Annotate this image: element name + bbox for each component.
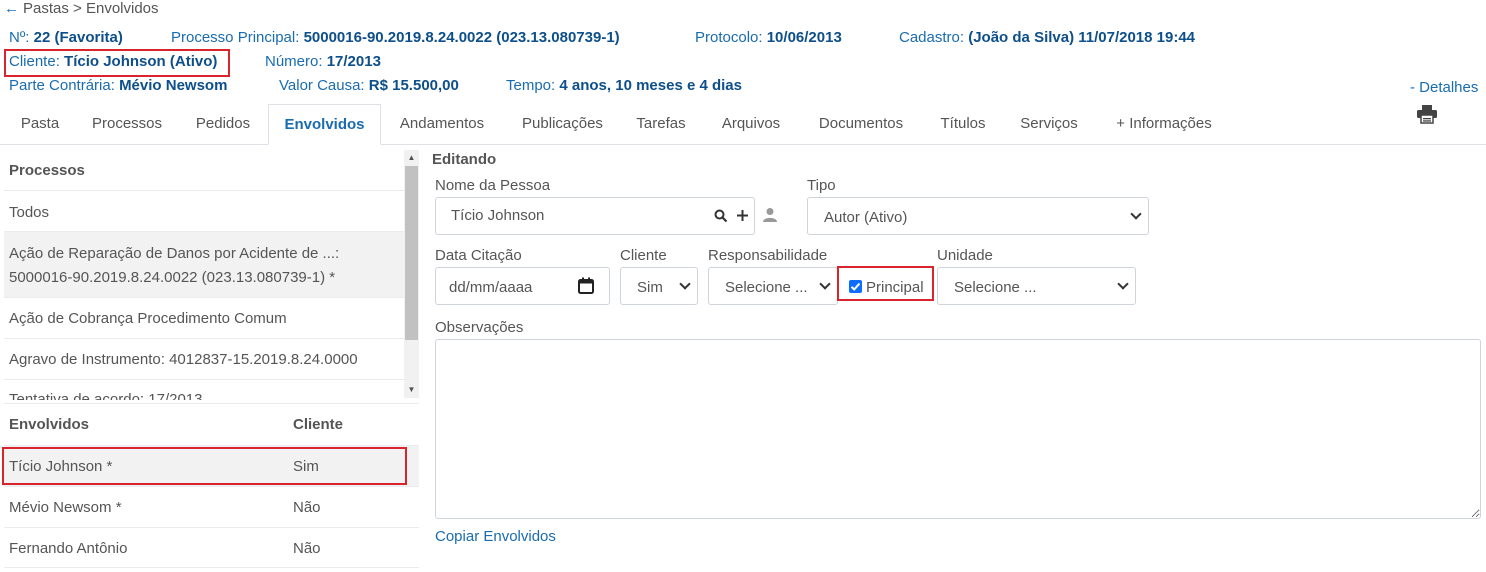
principal-checkbox[interactable] <box>849 280 862 293</box>
envolvidos-divider <box>4 403 419 404</box>
chevron-down-icon <box>679 278 691 290</box>
chevron-down-icon <box>1130 208 1142 220</box>
envolvido-highlight <box>2 447 407 485</box>
numero2-value: 17/2013 <box>326 53 381 70</box>
processo-item-selected[interactable]: Ação de Reparação de Danos por Acidente … <box>4 231 404 297</box>
processo-item-agravo[interactable]: Agravo de Instrumento: 4012837-15.2019.8… <box>4 338 404 379</box>
cliente-label: Cliente <box>620 247 667 264</box>
person-icon[interactable] <box>762 207 778 223</box>
nome-pessoa-label: Nome da Pessoa <box>435 177 551 194</box>
numero2-info: Número: 17/2013 <box>265 53 381 70</box>
numero-info: Nº: 22 (Favorita) <box>9 29 123 46</box>
envolvido-row-mevio[interactable]: Mévio Newsom * Não <box>4 486 419 527</box>
envolvido-name: Mévio Newsom * <box>9 499 122 516</box>
tab-servicos[interactable]: Serviços <box>1008 104 1090 145</box>
tab-mais-informacoes[interactable]: + Informações <box>1100 104 1228 145</box>
tempo-value: 4 anos, 10 meses e 4 dias <box>559 77 742 94</box>
parte-contraria-info: Parte Contrária: Mévio Newsom <box>9 77 228 94</box>
scroll-down-arrow-icon[interactable]: ▼ <box>404 383 419 397</box>
cadastro-value: (João da Silva) 11/07/2018 19:44 <box>968 29 1196 46</box>
envolvido-cliente: Não <box>293 540 321 557</box>
responsabilidade-select[interactable]: Selecione ... <box>708 267 838 305</box>
envolvidos-bottom-divider <box>4 567 419 568</box>
back-arrow-icon[interactable]: ← <box>4 0 19 17</box>
data-citacao-label: Data Citação <box>435 247 522 264</box>
detalhes-link[interactable]: - Detalhes <box>1410 79 1478 96</box>
checkmark-icon <box>850 282 861 291</box>
tab-envolvidos[interactable]: Envolvidos <box>268 104 381 145</box>
tab-titulos[interactable]: Títulos <box>928 104 998 145</box>
envolvidos-header-name: Envolvidos <box>9 416 90 433</box>
chevron-down-icon <box>819 278 831 290</box>
protocolo-info: Protocolo: 10/06/2013 <box>695 29 842 46</box>
protocolo-value: 10/06/2013 <box>766 29 842 46</box>
calendar-icon[interactable] <box>578 277 594 294</box>
scroll-up-arrow-icon[interactable]: ▲ <box>404 151 419 165</box>
numero-value: 22 (Favorita) <box>33 29 123 46</box>
processo-item-tentativa[interactable]: Tentativa de acordo: 17/2013 <box>4 379 404 400</box>
tab-processos[interactable]: Processos <box>76 104 178 145</box>
unidade-select[interactable]: Selecione ... <box>937 267 1136 305</box>
processos-header: Processos <box>9 162 85 179</box>
tempo-info: Tempo: 4 anos, 10 meses e 4 dias <box>506 77 742 94</box>
tab-documentos[interactable]: Documentos <box>806 104 916 145</box>
tipo-select[interactable]: Autor (Ativo) <box>807 197 1149 235</box>
chevron-down-icon <box>1117 278 1129 290</box>
principal-label[interactable]: Principal <box>866 279 924 296</box>
tab-publicacoes[interactable]: Publicações <box>506 104 619 145</box>
observacoes-label: Observações <box>435 319 524 336</box>
cliente-value: Tício Johnson (Ativo) <box>64 53 218 70</box>
plus-icon[interactable] <box>736 209 749 222</box>
processo-principal-value: 5000016-90.2019.8.24.0022 (023.13.080739… <box>303 29 620 46</box>
breadcrumb-root[interactable]: Pastas <box>23 0 69 17</box>
tab-pasta[interactable]: Pasta <box>9 104 71 145</box>
tab-pedidos[interactable]: Pedidos <box>182 104 264 145</box>
envolvido-name: Fernando Antônio <box>9 540 128 557</box>
nome-pessoa-input[interactable]: Tício Johnson <box>435 197 755 235</box>
cliente-info: Cliente: Tício Johnson (Ativo) <box>9 53 218 70</box>
processo-item-cobranca[interactable]: Ação de Cobrança Procedimento Comum <box>4 297 404 338</box>
printer-icon[interactable] <box>1416 104 1438 128</box>
search-icon[interactable] <box>714 209 728 223</box>
scrollbar-thumb[interactable] <box>405 166 418 340</box>
tab-andamentos[interactable]: Andamentos <box>385 104 499 145</box>
tab-tarefas[interactable]: Tarefas <box>626 104 696 145</box>
cadastro-info: Cadastro: (João da Silva) 11/07/2018 19:… <box>899 29 1196 46</box>
cliente-select[interactable]: Sim <box>620 267 698 305</box>
processo-item-todos[interactable]: Todos <box>4 190 404 231</box>
tab-arquivos[interactable]: Arquivos <box>706 104 796 145</box>
processo-principal-info: Processo Principal: 5000016-90.2019.8.24… <box>171 29 620 46</box>
breadcrumb-current: Envolvidos <box>85 0 159 17</box>
copiar-envolvidos-link[interactable]: Copiar Envolvidos <box>435 528 556 545</box>
form-title: Editando <box>432 151 497 168</box>
envolvidos-header-cliente: Cliente <box>293 416 344 433</box>
processos-list: Processos Todos Ação de Reparação de Dan… <box>0 150 404 400</box>
data-citacao-input[interactable]: dd/mm/aaaa <box>435 267 610 305</box>
valor-causa-value: R$ 15.500,00 <box>368 77 459 94</box>
envolvido-cliente: Não <box>293 499 321 516</box>
parte-contraria-value: Mévio Newsom <box>119 77 228 94</box>
breadcrumb: ← Pastas > Envolvidos <box>4 0 159 17</box>
breadcrumb-separator: > <box>73 0 82 17</box>
tipo-label: Tipo <box>807 177 836 194</box>
responsabilidade-label: Responsabilidade <box>708 247 828 264</box>
observacoes-textarea[interactable] <box>435 339 1481 519</box>
envolvido-row-fernando[interactable]: Fernando Antônio Não <box>4 527 419 568</box>
valor-causa-info: Valor Causa: R$ 15.500,00 <box>279 77 459 94</box>
unidade-label: Unidade <box>937 247 993 264</box>
